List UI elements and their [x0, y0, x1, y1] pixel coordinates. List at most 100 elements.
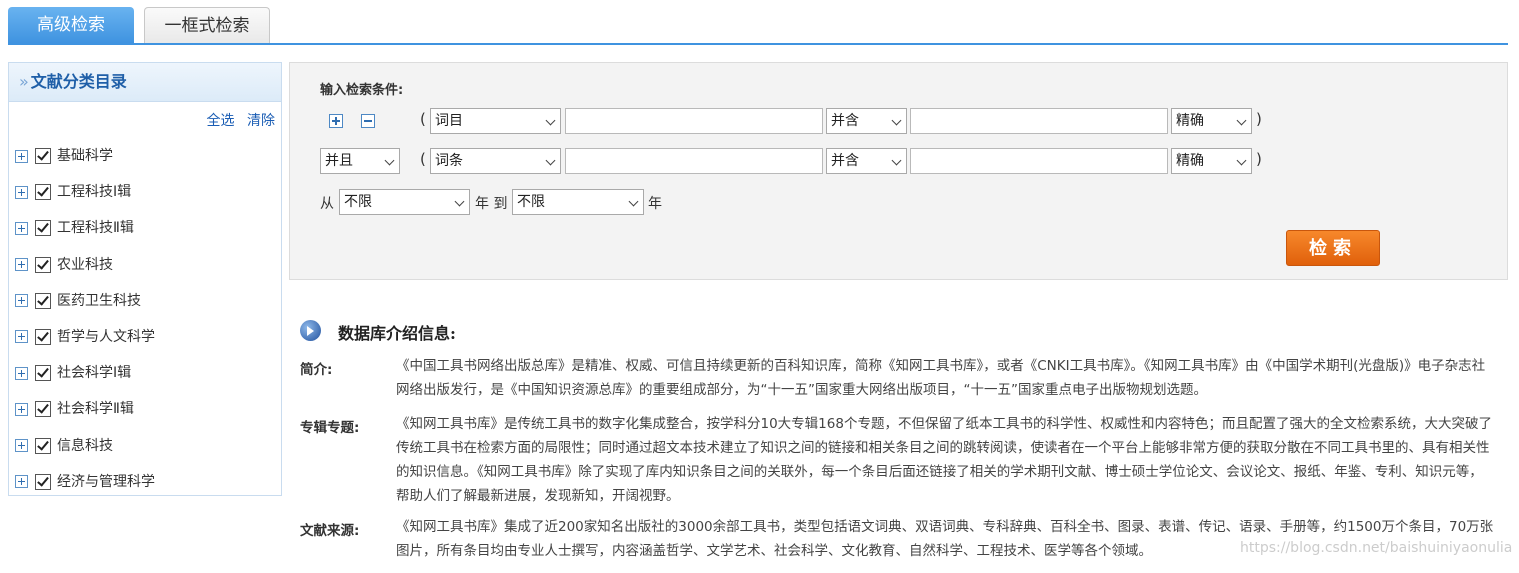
category-item: 工程科技Ⅰ辑	[9, 174, 281, 210]
keyword-input-2b[interactable]	[910, 148, 1168, 174]
category-item: 社会科学Ⅰ辑	[9, 355, 281, 391]
double-chevron-icon: »	[19, 72, 29, 91]
category-checkbox[interactable]	[35, 184, 51, 201]
chevron-down-icon	[628, 196, 639, 207]
add-condition-icon[interactable]	[329, 114, 343, 128]
match-select-1-value: 精确	[1176, 113, 1204, 129]
expand-plus-icon[interactable]	[15, 185, 28, 199]
info-text: 《中国工具书网络出版总库》是精准、权威、可信且持续更新的百科知识库，简称《知网工…	[396, 358, 1486, 398]
search-conditions-title: 输入检索条件:	[320, 83, 404, 98]
chevron-down-icon	[454, 196, 465, 207]
relation-select-1[interactable]: 并含	[826, 108, 907, 134]
expand-plus-icon[interactable]	[15, 294, 28, 308]
expand-plus-icon[interactable]	[15, 475, 28, 489]
logic-select-2-value: 并且	[325, 153, 353, 169]
year-from-select[interactable]: 不限	[339, 189, 470, 215]
category-checkbox[interactable]	[35, 473, 51, 490]
year-to-select[interactable]: 不限	[512, 189, 644, 215]
keyword-input-1a[interactable]	[565, 108, 823, 134]
match-select-2-value: 精确	[1176, 153, 1204, 169]
keyword-input-1b[interactable]	[910, 108, 1168, 134]
close-paren: )	[1256, 150, 1262, 168]
logic-select-2[interactable]: 并且	[320, 148, 400, 174]
match-select-2[interactable]: 精确	[1171, 148, 1252, 174]
remove-condition-icon[interactable]	[361, 114, 375, 128]
watermark: https://blog.csdn.net/baishuiniyaonulia	[1240, 540, 1513, 556]
year-to-label: 年 到	[475, 196, 508, 212]
category-item: 社会科学Ⅱ辑	[9, 391, 281, 427]
search-button[interactable]: 检索	[1286, 230, 1380, 266]
chevron-down-icon	[891, 155, 902, 166]
info-text: 《知网工具书库》是传统工具书的数字化集成整合，按学科分10大专辑168个专题，不…	[396, 416, 1492, 504]
expand-plus-icon[interactable]	[15, 258, 28, 272]
expand-plus-icon[interactable]	[15, 330, 28, 344]
expand-plus-icon[interactable]	[15, 366, 28, 380]
tab-divider	[8, 43, 1508, 45]
select-all-link[interactable]: 全选	[207, 113, 235, 129]
category-label: 信息科技	[57, 437, 113, 454]
category-checkbox[interactable]	[35, 256, 51, 273]
category-item: 农业科技	[9, 247, 281, 283]
year-to-value: 不限	[517, 194, 545, 210]
relation-select-2-value: 并含	[831, 153, 859, 169]
chevron-down-icon	[1236, 115, 1247, 126]
category-checkbox[interactable]	[35, 292, 51, 309]
chevron-down-icon	[545, 115, 556, 126]
info-title: 数据库介绍信息:	[338, 324, 456, 343]
category-label: 农业科技	[57, 256, 113, 273]
open-paren: (	[420, 110, 426, 128]
category-item: 哲学与人文科学	[9, 319, 281, 355]
category-item: 信息科技	[9, 428, 281, 464]
field-select-2-value: 词条	[435, 153, 463, 169]
expand-plus-icon[interactable]	[15, 439, 28, 452]
info-label: 专辑专题:	[300, 420, 360, 436]
sidebar-actions: 全选 清除	[9, 102, 281, 130]
close-paren: )	[1256, 110, 1262, 128]
category-checkbox[interactable]	[35, 437, 51, 454]
match-select-1[interactable]: 精确	[1171, 108, 1252, 134]
category-item: 工程科技Ⅱ辑	[9, 210, 281, 246]
sidebar-title: 文献分类目录	[30, 72, 127, 91]
info-label: 简介:	[300, 362, 333, 378]
category-label: 社会科学Ⅱ辑	[57, 401, 134, 418]
year-from-value: 不限	[344, 194, 372, 210]
info-section-intro: 简介: 《中国工具书网络出版总库》是精准、权威、可信且持续更新的百科知识库，简称…	[300, 354, 1500, 402]
chevron-down-icon	[545, 155, 556, 166]
category-checkbox[interactable]	[35, 220, 51, 237]
clear-link[interactable]: 清除	[247, 113, 275, 129]
info-arrow-icon	[300, 320, 321, 341]
category-label: 基础科学	[57, 148, 113, 164]
category-label: 医药卫生科技	[57, 292, 141, 309]
info-label: 文献来源:	[300, 523, 360, 539]
info-section-topics: 专辑专题: 《知网工具书库》是传统工具书的数字化集成整合，按学科分10大专辑16…	[300, 412, 1500, 508]
tab-advanced-search[interactable]: 高级检索	[8, 7, 134, 43]
category-checkbox[interactable]	[35, 365, 51, 382]
chevron-down-icon	[384, 155, 395, 166]
keyword-input-2a[interactable]	[565, 148, 823, 174]
category-label: 社会科学Ⅰ辑	[57, 365, 132, 382]
expand-plus-icon[interactable]	[15, 402, 28, 416]
category-checkbox[interactable]	[35, 401, 51, 418]
field-select-2[interactable]: 词条	[430, 148, 561, 174]
category-checkbox[interactable]	[35, 328, 51, 345]
year-from-label: 从	[320, 196, 334, 212]
field-select-1[interactable]: 词目	[430, 108, 561, 134]
category-item: 经济与管理科学	[9, 464, 281, 500]
category-label: 工程科技Ⅱ辑	[57, 220, 134, 237]
chevron-down-icon	[1236, 155, 1247, 166]
tab-single-box-search[interactable]: 一框式检索	[144, 7, 270, 43]
category-list: 基础科学 工程科技Ⅰ辑 工程科技Ⅱ辑 农业科技 医药卫生科技 哲学与人文科学 社…	[9, 138, 281, 500]
category-checkbox[interactable]	[35, 148, 51, 164]
expand-plus-icon[interactable]	[15, 221, 28, 235]
expand-plus-icon[interactable]	[15, 149, 28, 163]
category-label: 哲学与人文科学	[57, 328, 155, 345]
relation-select-2[interactable]: 并含	[826, 148, 907, 174]
year-end-label: 年	[648, 196, 662, 212]
field-select-1-value: 词目	[435, 113, 463, 129]
sidebar-header: » 文献分类目录	[9, 63, 281, 102]
relation-select-1-value: 并含	[831, 113, 859, 129]
search-conditions-panel: 输入检索条件: ( 词目 并含 精确 ) 并且 ( 词条 并含 精确 ) 从 不…	[289, 62, 1508, 280]
category-label: 工程科技Ⅰ辑	[57, 184, 132, 201]
category-sidebar: » 文献分类目录 全选 清除 基础科学 工程科技Ⅰ辑 工程科技Ⅱ辑 农业科技 医药…	[8, 62, 282, 496]
category-item: 医药卫生科技	[9, 283, 281, 319]
